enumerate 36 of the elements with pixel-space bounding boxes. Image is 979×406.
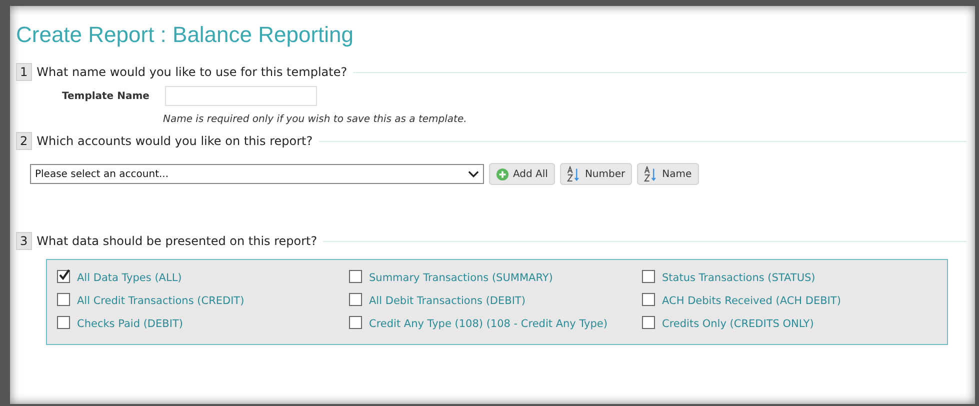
field-label: Template Name	[62, 90, 150, 102]
option-label[interactable]: Checks Paid (DEBIT)	[77, 318, 183, 330]
plus-icon	[496, 168, 509, 180]
option-label[interactable]: ACH Debits Received (ACH DEBIT)	[662, 295, 841, 307]
checkbox[interactable]	[642, 316, 655, 329]
step-number: 1	[16, 63, 32, 81]
option-label[interactable]: All Debit Transactions (DEBIT)	[369, 295, 526, 307]
checkbox[interactable]	[642, 293, 655, 306]
checkbox[interactable]	[57, 293, 70, 306]
option-label[interactable]: All Data Types (ALL)	[77, 272, 182, 284]
option-label[interactable]: Status Transactions (STATUS)	[662, 272, 816, 284]
sort-icon	[566, 166, 581, 182]
option-label[interactable]: Credit Any Type (108) (108 - Credit Any Type)	[369, 318, 608, 330]
toolbar-button[interactable]: Add All	[489, 163, 555, 185]
toolbar-button[interactable]: Name	[637, 163, 699, 185]
account-dropdown[interactable]: Please select an account...	[30, 164, 484, 184]
input-field[interactable]	[165, 86, 317, 106]
section-question: Which accounts would you like on this report?	[36, 134, 313, 148]
section-question: What data should be presented on this report?	[36, 234, 318, 248]
checkbox[interactable]	[349, 270, 362, 283]
checkbox[interactable]	[642, 270, 655, 283]
step-number: 2	[16, 132, 32, 150]
checkbox[interactable]	[349, 293, 362, 306]
toolbar-button[interactable]: Number	[560, 163, 632, 185]
option-label[interactable]: Summary Transactions (SUMMARY)	[369, 272, 553, 284]
step-number: 3	[16, 232, 32, 250]
chevron-icon	[468, 170, 479, 178]
sort-icon	[644, 166, 658, 182]
hint-text: Name is required only if you wish to save this as a template.	[163, 114, 468, 125]
option-label[interactable]: All Credit Transactions (CREDIT)	[77, 295, 244, 307]
option-label[interactable]: Credits Only (CREDITS ONLY)	[662, 318, 814, 330]
page-title: Create Report : Balance Reporting	[16, 22, 355, 48]
section-question: What name would you like to use for this template?	[36, 65, 348, 79]
checkbox[interactable]	[57, 270, 70, 283]
checkbox[interactable]	[349, 316, 362, 329]
checkbox[interactable]	[57, 316, 70, 329]
